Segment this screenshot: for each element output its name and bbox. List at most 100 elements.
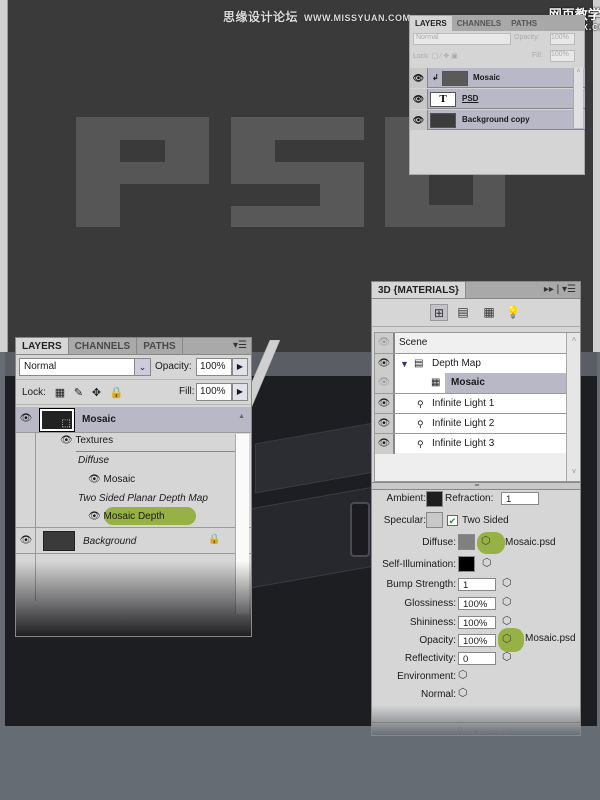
chevron-down-icon[interactable]: ⌄ xyxy=(134,359,150,375)
bump-texture-menu-icon[interactable]: ⬡ xyxy=(502,576,512,589)
panel-splitter[interactable]: ═ xyxy=(372,482,580,490)
tab-3d-materials[interactable]: 3D {MATERIALS} xyxy=(372,282,466,298)
eye-icon[interactable]: 👁 xyxy=(375,394,395,414)
eye-icon[interactable]: 👁 xyxy=(375,354,395,374)
textures-label: Textures xyxy=(75,435,114,446)
panel-menu-icon[interactable]: ▾☰ xyxy=(233,340,247,351)
eye-icon[interactable]: 👁 xyxy=(88,474,101,485)
visibility-column xyxy=(16,411,36,601)
self-illumination-color-swatch[interactable] xyxy=(458,556,475,572)
glossiness-field[interactable]: 100% xyxy=(458,597,496,610)
reflectivity-field[interactable]: 0 xyxy=(458,652,496,665)
environment-texture-menu-icon[interactable]: ⬡ xyxy=(458,668,468,681)
material-icon: ▦ xyxy=(431,377,441,388)
letter-s-cut-bottom xyxy=(231,184,320,206)
left-app-strip xyxy=(0,0,8,352)
tree-row-light-2[interactable]: 👁 ⚲ Infinite Light 2 xyxy=(375,413,567,434)
tab-layers[interactable]: LAYERS xyxy=(16,338,69,354)
footer-buttons[interactable]: ⚲◐▭⌂ xyxy=(457,726,523,735)
refraction-field[interactable]: 1 xyxy=(501,492,539,505)
tree-label: Infinite Light 3 xyxy=(432,438,495,449)
opacity-field[interactable]: 100% xyxy=(196,358,232,376)
eye-icon[interactable]: 👁 xyxy=(16,413,36,424)
bump-strength-field[interactable]: 1 xyxy=(458,578,496,591)
glossiness-texture-menu-icon[interactable]: ⬡ xyxy=(502,595,512,608)
small-layer-row-background-copy[interactable]: 👁 Background copy xyxy=(410,110,585,130)
shininess-texture-menu-icon[interactable]: ⬡ xyxy=(502,614,512,627)
lock-all-icon[interactable]: 🔒 xyxy=(110,386,124,399)
small-opacity-field[interactable]: 100% xyxy=(550,33,575,45)
eye-icon[interactable]: 👁 xyxy=(375,333,395,353)
light-filter-icon[interactable]: 💡 xyxy=(504,304,522,321)
scroll-down-icon[interactable]: ˅ xyxy=(568,467,580,479)
shininess-field[interactable]: 100% xyxy=(458,616,496,629)
fill-slider-arrow-icon[interactable]: ▶ xyxy=(232,383,248,401)
diffuse-texture-menu-icon[interactable]: ⬡ xyxy=(481,534,491,547)
opacity-slider-arrow-icon[interactable]: ▶ xyxy=(232,358,248,376)
material-filter-icon[interactable]: ▦ xyxy=(480,304,498,321)
self-illumination-texture-menu-icon[interactable]: ⬡ xyxy=(482,556,492,569)
normal-texture-menu-icon[interactable]: ⬡ xyxy=(458,686,468,699)
layers-scrollbar[interactable] xyxy=(235,434,249,614)
eye-icon[interactable]: 👁 xyxy=(375,373,395,393)
reflectivity-texture-menu-icon[interactable]: ⬡ xyxy=(502,650,512,663)
tree-row-scene[interactable]: 👁 Scene xyxy=(375,333,567,353)
opacity-field[interactable]: 100% xyxy=(458,634,496,647)
blend-mode-value: Normal xyxy=(24,361,57,372)
tree-row-depth-map[interactable]: 👁 ▼ ▤ Depth Map xyxy=(375,353,567,374)
depth-map-texture-row[interactable]: 👁 Mosaic Depth xyxy=(88,511,165,522)
tree-row-light-1[interactable]: 👁 ⚲ Infinite Light 1 xyxy=(375,393,567,414)
two-sided-checkbox[interactable]: ✔ xyxy=(447,515,458,526)
diffuse-texture-row[interactable]: 👁 Mosaic xyxy=(88,474,135,485)
specular-color-swatch[interactable] xyxy=(426,512,443,528)
eye-icon[interactable]: 👁 xyxy=(16,535,36,546)
small-layer-row-psd[interactable]: 👁 T PSD xyxy=(410,89,585,109)
lock-transparent-icon[interactable]: ▦ xyxy=(55,386,65,399)
textures-row[interactable]: 👁 Textures xyxy=(60,435,113,446)
small-scrollbar[interactable]: ˄ xyxy=(573,68,583,128)
diffuse-group-label: Diffuse xyxy=(78,455,110,466)
small-blend-mode-select[interactable]: Normal xyxy=(413,33,511,45)
tree-label: Infinite Light 1 xyxy=(432,398,495,409)
scroll-up-icon[interactable]: ▲ xyxy=(238,413,245,420)
expand-triangle-icon[interactable]: ▼ xyxy=(400,354,409,374)
diffuse-color-swatch[interactable] xyxy=(458,534,475,550)
eye-icon[interactable]: 👁 xyxy=(410,68,428,88)
small-layer-row-mosaic[interactable]: 👁 ↲ Mosaic xyxy=(410,68,585,88)
scene-filter-icon[interactable]: ⊞ xyxy=(430,304,448,321)
eye-icon[interactable]: 👁 xyxy=(410,110,428,130)
eye-icon[interactable]: 👁 xyxy=(375,434,395,454)
small-panel-tabs: LAYERS CHANNELS PATHS xyxy=(410,16,584,31)
lock-position-icon[interactable]: ✥ xyxy=(92,386,101,399)
opacity-label: Opacity: xyxy=(155,361,192,372)
tree-row-mosaic-material[interactable]: 👁 ▦ Mosaic xyxy=(375,373,567,393)
small-tab-paths[interactable]: PATHS xyxy=(506,16,542,31)
3d-scene-tree: 👁 Scene 👁 ▼ ▤ Depth Map 👁 ▦ Mosaic 👁 ⚲ I… xyxy=(374,332,580,482)
mesh-filter-icon[interactable]: ▤ xyxy=(454,304,472,321)
tree-label: Infinite Light 2 xyxy=(432,418,495,429)
panel-menu-icon[interactable]: ▸▸ | ▾☰ xyxy=(544,284,576,295)
eye-icon[interactable]: 👁 xyxy=(410,89,428,109)
tab-paths[interactable]: PATHS xyxy=(137,338,183,354)
eye-icon[interactable]: 👁 xyxy=(375,414,395,434)
tree-row-light-3[interactable]: 👁 ⚲ Infinite Light 3 xyxy=(375,433,567,454)
fill-field[interactable]: 100% xyxy=(196,383,232,401)
scroll-up-icon[interactable]: ˄ xyxy=(568,335,580,347)
infinite-light-icon: ⚲ xyxy=(417,439,424,449)
3d-panel-tabs: 3D {MATERIALS} ▸▸ | ▾☰ xyxy=(372,282,580,299)
eye-icon[interactable]: 👁 xyxy=(60,435,73,446)
layer-row-mosaic[interactable]: 👁 ⬚ Mosaic ▲ xyxy=(16,407,251,433)
ambient-color-swatch[interactable] xyxy=(426,491,443,507)
tab-channels[interactable]: CHANNELS xyxy=(69,338,138,354)
layer-row-background[interactable]: 👁 Background 🔒 xyxy=(16,527,251,554)
eye-icon[interactable]: 👁 xyxy=(88,511,101,522)
lock-fill-row: Lock: ▦ ✎ ✥ 🔒 Fill: 100% ▶ xyxy=(16,380,251,405)
opacity-texture-menu-icon[interactable]: ⬡ xyxy=(502,632,512,645)
blend-mode-select[interactable]: Normal ⌄ xyxy=(19,358,151,376)
tree-scrollbar[interactable]: ˄ ˅ xyxy=(566,333,580,481)
small-tab-channels[interactable]: CHANNELS xyxy=(452,16,506,31)
small-tab-layers[interactable]: LAYERS xyxy=(410,16,452,31)
small-fill-field[interactable]: 100% xyxy=(550,50,575,62)
lock-text: Lock: xyxy=(22,387,46,399)
lock-image-icon[interactable]: ✎ xyxy=(74,386,83,399)
